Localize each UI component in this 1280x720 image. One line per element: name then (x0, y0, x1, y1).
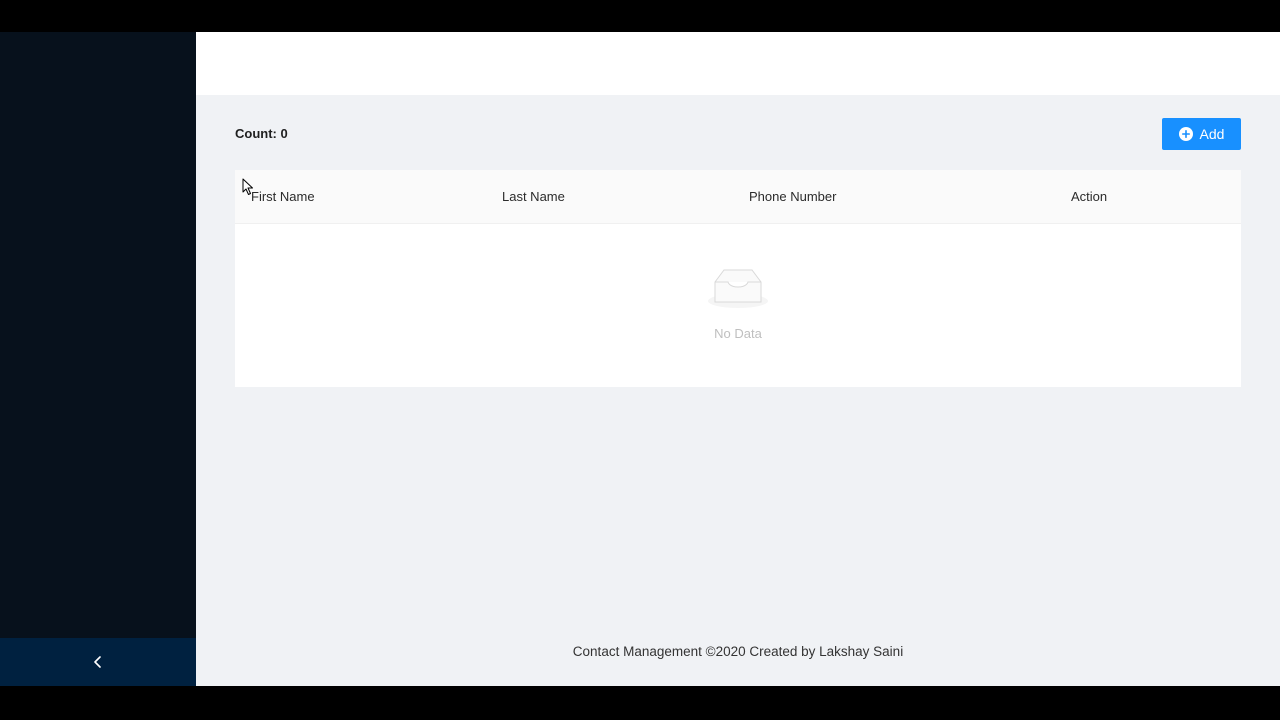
empty-state-text: No Data (714, 326, 762, 341)
count-label: Count: 0 (235, 126, 288, 141)
app-layout: Count: 0 Add First Name Last Name Phone (0, 32, 1280, 686)
chevron-left-icon (93, 656, 103, 668)
table-empty-state: No Data (235, 224, 1241, 387)
letterbox-top (0, 0, 1280, 32)
inbox-icon (706, 268, 770, 314)
add-button-label: Add (1199, 126, 1225, 142)
footer: Contact Management ©2020 Created by Laks… (572, 644, 904, 659)
header (196, 32, 1280, 95)
mouse-pointer-icon (242, 178, 254, 201)
add-button[interactable]: Add (1162, 118, 1241, 150)
sidebar-collapse-button[interactable] (0, 638, 196, 686)
toolbar: Count: 0 Add (235, 118, 1241, 150)
column-header-action: Action (1071, 189, 1108, 204)
contacts-table: First Name Last Name Phone Number Action… (235, 170, 1241, 387)
column-header-first-name: First Name (251, 189, 315, 204)
plus-circle-icon (1178, 127, 1193, 141)
table-header: First Name Last Name Phone Number Action (235, 170, 1241, 224)
main-layout: Count: 0 Add First Name Last Name Phone (196, 32, 1280, 686)
column-header-phone-number: Phone Number (749, 189, 837, 204)
sidebar-menu-area (0, 32, 196, 638)
column-header-last-name: Last Name (502, 189, 565, 204)
content: Count: 0 Add First Name Last Name Phone (235, 118, 1241, 387)
sidebar (0, 32, 196, 686)
letterbox-bottom (0, 686, 1280, 720)
